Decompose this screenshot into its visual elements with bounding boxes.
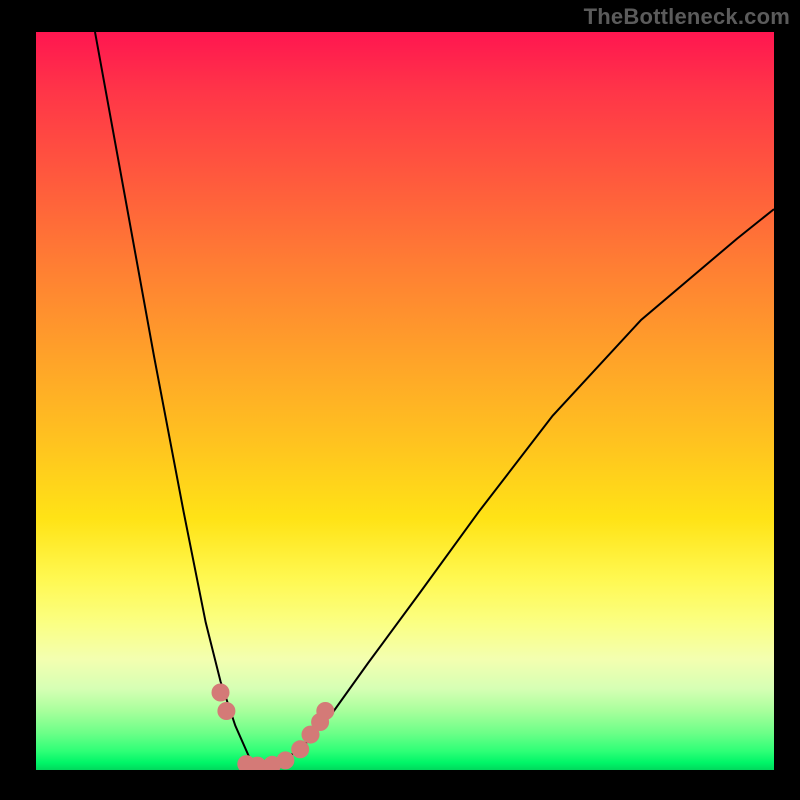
data-marker [316,702,334,720]
plot-area [36,32,774,770]
data-marker [276,751,294,769]
watermark-text: TheBottleneck.com [584,4,790,30]
data-marker [212,684,230,702]
data-marker [291,740,309,758]
curve-left-branch [95,32,261,767]
marker-group [212,684,335,771]
chart-frame: TheBottleneck.com [0,0,800,800]
curves-svg [36,32,774,770]
curve-right-branch [261,209,774,767]
data-marker [217,702,235,720]
